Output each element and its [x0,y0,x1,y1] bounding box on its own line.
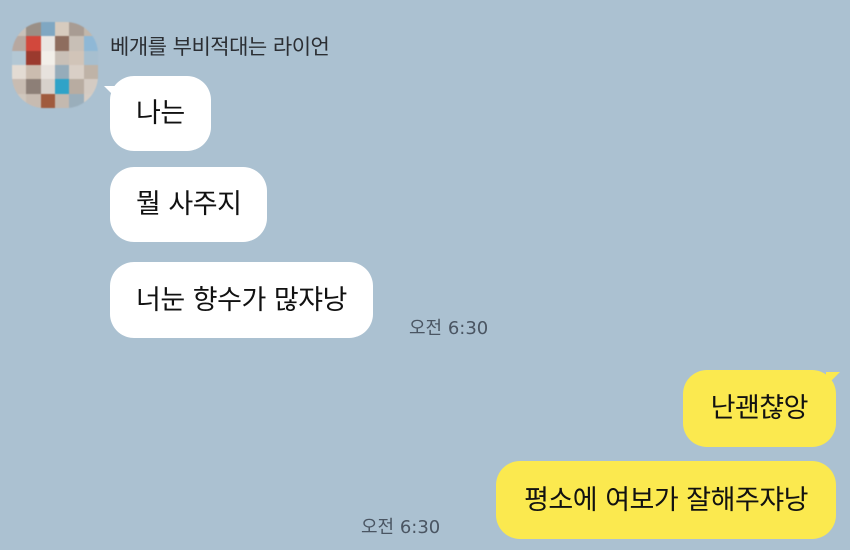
avatar-pixel [26,50,41,65]
incoming-message-3[interactable]: 너눈 향수가 많쟈낭 [110,262,373,338]
incoming-message-2[interactable]: 뭘 사주지 [110,167,268,242]
avatar-pixel [12,22,27,37]
avatar-pixel [12,50,27,65]
avatar-pixel [12,93,27,108]
profile-avatar[interactable] [12,22,98,108]
avatar-pixel [54,79,70,94]
incoming-message-1[interactable]: 나는 [110,76,211,151]
avatar-pixel [69,79,84,94]
avatar-pixel [26,79,41,94]
sender-name[interactable]: 베개를 부비적대는 라이언 [110,31,330,61]
avatar-pixel [54,93,70,108]
avatar-pixel [83,36,98,51]
avatar-pixel [12,64,27,80]
avatar-pixel [83,93,98,108]
avatar-pixel [12,79,27,94]
outgoing-message-1[interactable]: 난괜챦앙 [682,370,836,447]
avatar-pixel [54,22,70,37]
avatar-pixel [69,50,84,65]
outgoing-timestamp: 오전 6:30 [361,517,441,538]
avatar-pixel [12,36,27,51]
avatar-pixel [83,79,98,94]
avatar-pixel [69,93,84,108]
avatar-pixel [83,50,98,65]
avatar-pixel [26,64,41,80]
avatar-pixel [40,22,55,37]
avatar-pixel [40,93,55,108]
avatar-pixel [83,64,98,80]
outgoing-message-2[interactable]: 평소에 여보가 잘해주쟈낭 [496,461,836,539]
avatar-pixel [26,22,41,37]
avatar-pixel [40,64,55,80]
avatar-pixel [26,36,41,51]
avatar-pixel [54,64,70,80]
avatar-pixel [54,50,70,65]
avatar-pixel [83,22,98,37]
incoming-timestamp: 오전 6:30 [409,318,489,339]
avatar-pixel [40,50,55,65]
avatar-pixel [69,22,84,37]
avatar-pixel [26,93,41,108]
avatar-pixel [40,79,55,94]
avatar-pixel [54,36,70,51]
avatar-pixel [40,36,55,51]
avatar-pixel [69,64,84,80]
avatar-pixel [69,36,84,51]
chat-area: 베개를 부비적대는 라이언 나는 뭘 사주지 너눈 향수가 많쟈낭 오전 6:3… [0,0,850,550]
